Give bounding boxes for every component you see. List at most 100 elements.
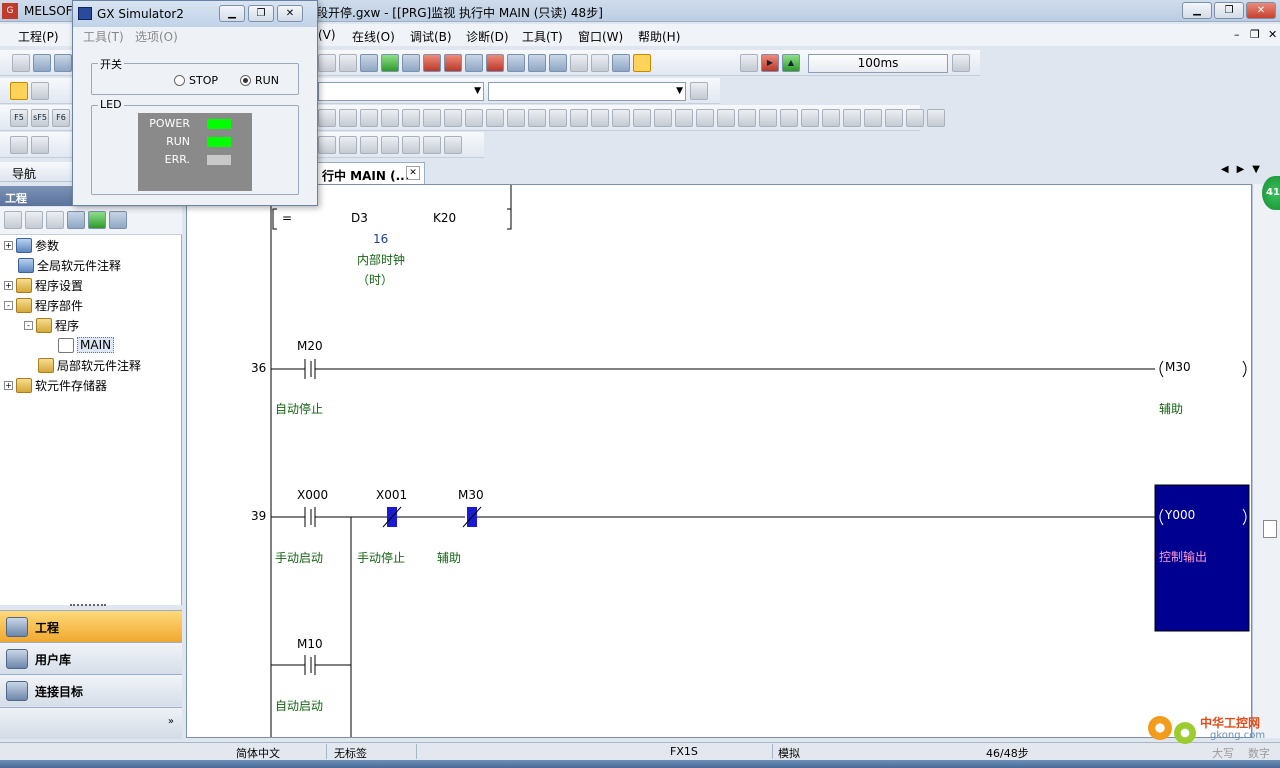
tree-node-program-parts[interactable]: - 程序部件 [4, 296, 83, 314]
ladder-tool-icon[interactable] [864, 109, 882, 127]
tab-scroll-arrows[interactable]: ◀▶▼ [1221, 164, 1268, 175]
line-icon[interactable] [10, 136, 28, 154]
ladder-tool-icon[interactable] [738, 109, 756, 127]
open-contact-icon[interactable]: F5 [10, 109, 28, 127]
nav-tab-project[interactable]: 工程 [0, 610, 182, 642]
project-view-icon[interactable] [10, 82, 28, 100]
simulator-minimize-button[interactable]: ▁ [219, 5, 245, 22]
tree-node-parameters[interactable]: + 参数 [4, 236, 59, 254]
vertical-scrollbar[interactable] [1252, 184, 1280, 738]
warning-icon[interactable]: ▲ [782, 54, 800, 72]
ladder-tool-icon[interactable] [822, 109, 840, 127]
save-icon[interactable] [54, 54, 72, 72]
ladder-tool-icon[interactable] [528, 109, 546, 127]
device-register-icon[interactable] [528, 54, 546, 72]
monitor-write-icon[interactable] [486, 54, 504, 72]
panel-splitter[interactable] [70, 604, 106, 608]
mdi-close-icon[interactable]: ✕ [1268, 28, 1277, 41]
open-folder-icon[interactable] [33, 54, 51, 72]
program-select[interactable]: ▼ [318, 82, 484, 101]
statement-icon[interactable] [591, 54, 609, 72]
ladder-tool-icon[interactable] [885, 109, 903, 127]
note-icon[interactable] [612, 54, 630, 72]
new-data-icon[interactable] [4, 211, 22, 229]
ladder-tool-icon[interactable] [486, 109, 504, 127]
collapse-icon[interactable]: - [24, 320, 33, 330]
tree-node-program-setting[interactable]: + 程序设置 [4, 276, 83, 294]
device-batch-icon[interactable] [507, 54, 525, 72]
comment-icon[interactable] [570, 54, 588, 72]
menu-view[interactable]: (V) [318, 28, 336, 42]
ladder-tool-icon[interactable] [633, 109, 651, 127]
simulator-maximize-button[interactable]: ❐ [248, 5, 274, 22]
menu-window[interactable]: 窗口(W) [578, 28, 623, 45]
paste-icon[interactable] [46, 211, 64, 229]
ladder-tool-icon[interactable] [927, 109, 945, 127]
menu-project[interactable]: 工程(P) [18, 28, 59, 45]
ladder-tool-icon[interactable] [360, 109, 378, 127]
line-delete-icon[interactable] [31, 136, 49, 154]
nav-tab-user-library[interactable]: 用户库 [0, 642, 182, 674]
menu-online[interactable]: 在线(O) [352, 28, 395, 45]
device-test-icon[interactable] [549, 54, 567, 72]
convert-icon[interactable] [318, 136, 336, 154]
copy-icon[interactable] [25, 211, 43, 229]
ladder-tool-icon[interactable] [507, 109, 525, 127]
stop-radio[interactable]: STOP [174, 74, 218, 87]
ladder-tool-icon[interactable] [759, 109, 777, 127]
ladder-tool-icon[interactable] [612, 109, 630, 127]
ladder-tool-icon[interactable] [591, 109, 609, 127]
tab-main-program[interactable]: 行中 MAIN (... ✕ [317, 162, 425, 184]
menu-help[interactable]: 帮助(H) [638, 28, 680, 45]
monitor-write-mode-icon[interactable] [423, 136, 441, 154]
tree-node-local-comment[interactable]: 局部软元件注释 [38, 356, 141, 374]
module-view-icon[interactable] [31, 82, 49, 100]
parallel-open-contact-icon[interactable]: sF5 [31, 109, 49, 127]
ladder-tool-icon[interactable] [549, 109, 567, 127]
ladder-tool-icon[interactable] [465, 109, 483, 127]
nav-more-button[interactable]: » [0, 707, 182, 739]
tree-node-device-memory[interactable]: + 软元件存储器 [4, 376, 107, 394]
find-icon[interactable] [690, 82, 708, 100]
simulator-close-button[interactable]: ✕ [277, 5, 303, 22]
monitor-stop-icon[interactable] [465, 54, 483, 72]
scan-time-settings-icon[interactable] [952, 54, 970, 72]
nav-tab-connection[interactable]: 连接目标 [0, 674, 182, 706]
ladder-tool-icon[interactable] [570, 109, 588, 127]
maximize-button[interactable]: ❐ [1214, 2, 1244, 19]
minimize-button[interactable]: ▁ [1182, 2, 1212, 19]
menu-tools[interactable]: 工具(T) [522, 28, 563, 45]
ladder-tool-icon[interactable] [423, 109, 441, 127]
sampling-icon[interactable] [740, 54, 758, 72]
display-comment-icon[interactable] [444, 136, 462, 154]
tree-node-main[interactable]: MAIN [58, 336, 115, 354]
run-icon[interactable]: ▶ [761, 54, 779, 72]
ladder-tool-icon[interactable] [717, 109, 735, 127]
mdi-minimize-icon[interactable]: – [1234, 28, 1240, 41]
ladder-tool-icon[interactable] [444, 109, 462, 127]
close-icon[interactable]: ✕ [406, 166, 420, 180]
redo-icon[interactable] [339, 54, 357, 72]
simulator-menu-tools[interactable]: 工具(T) [83, 28, 124, 45]
ladder-tool-icon[interactable] [654, 109, 672, 127]
menu-diagnostics[interactable]: 诊断(D) [466, 28, 509, 45]
run-radio[interactable]: RUN [240, 74, 279, 87]
collapse-icon[interactable]: - [4, 300, 13, 310]
ladder-tool-icon[interactable] [906, 109, 924, 127]
close-button[interactable]: ✕ [1246, 2, 1276, 19]
write-to-plc-icon[interactable] [381, 54, 399, 72]
expand-icon[interactable]: + [4, 240, 13, 250]
device-select[interactable]: ▼ [488, 82, 686, 101]
scrollbar-thumb[interactable] [1263, 520, 1277, 538]
close-contact-icon[interactable]: F6 [52, 109, 70, 127]
ladder-tool-icon[interactable] [339, 109, 357, 127]
tree-node-program[interactable]: - 程序 [24, 316, 79, 334]
ladder-tool-icon[interactable] [696, 109, 714, 127]
simulator-menu-options[interactable]: 选项(O) [135, 28, 178, 45]
refresh-icon[interactable] [88, 211, 106, 229]
ladder-tool-icon[interactable] [675, 109, 693, 127]
mdi-restore-icon[interactable]: ❐ [1250, 28, 1260, 41]
expand-icon[interactable]: + [4, 280, 13, 290]
ladder-tool-icon[interactable] [318, 109, 336, 127]
undo-icon[interactable] [318, 54, 336, 72]
